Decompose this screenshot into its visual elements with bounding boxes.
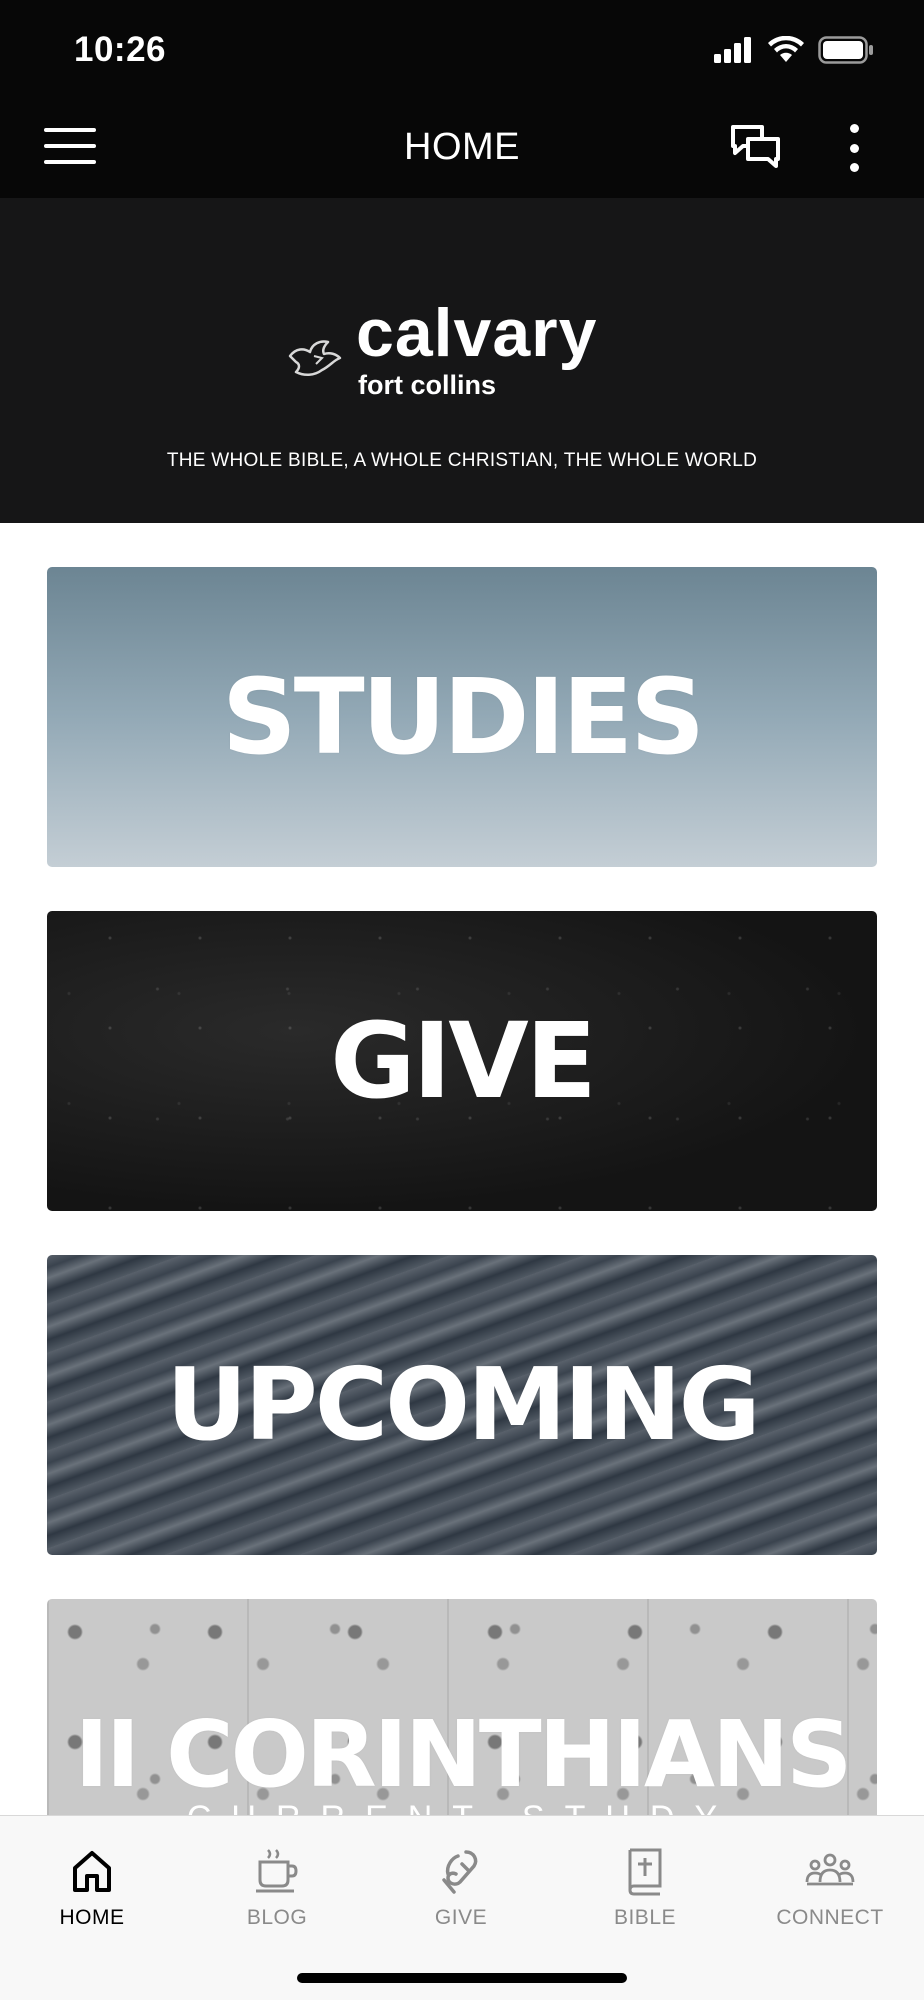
- bible-icon: [628, 1848, 662, 1896]
- chat-bubbles-icon: [731, 125, 780, 168]
- more-vertical-icon: [849, 124, 859, 133]
- card-title: GIVE: [330, 1000, 597, 1122]
- battery-icon: [818, 36, 874, 69]
- page-title: HOME: [404, 126, 520, 168]
- tab-home[interactable]: HOME: [17, 1834, 167, 1944]
- coffee-cup-icon: [256, 1849, 298, 1893]
- give-hand-icon: [442, 1850, 478, 1894]
- church-logo: calvary fort collins: [286, 298, 646, 408]
- card-title: STUDIES: [221, 656, 705, 778]
- tab-give[interactable]: GIVE: [386, 1834, 536, 1944]
- logo-name: calvary: [356, 295, 598, 371]
- tab-connect[interactable]: CONNECT: [755, 1834, 905, 1944]
- home-icon: [73, 1851, 111, 1892]
- upcoming-card[interactable]: UPCOMING: [47, 1255, 877, 1555]
- status-time: 10:26: [74, 30, 167, 69]
- card-title: UPCOMING: [166, 1346, 760, 1463]
- church-banner: calvary fort collins THE WHOLE BIBLE, A …: [0, 198, 924, 523]
- status-bar: 10:26: [0, 0, 924, 98]
- tab-label: BLOG: [246, 1906, 308, 1929]
- status-icons: [714, 35, 874, 69]
- tab-label: CONNECT: [776, 1906, 884, 1929]
- give-card[interactable]: GIVE: [47, 911, 877, 1211]
- tab-label: HOME: [59, 1906, 125, 1929]
- home-indicator: [297, 1973, 627, 1983]
- more-options-button[interactable]: [840, 122, 868, 174]
- dove-icon: [288, 340, 342, 376]
- wifi-icon: [768, 35, 804, 69]
- studies-card[interactable]: STUDIES: [47, 567, 877, 867]
- tab-label: BIBLE: [613, 1906, 677, 1929]
- logo-subtitle: fort collins: [358, 370, 497, 400]
- tab-bible[interactable]: BIBLE: [570, 1834, 720, 1944]
- tagline: THE WHOLE BIBLE, A WHOLE CHRISTIAN, THE …: [166, 450, 758, 471]
- card-title: II CORINTHIANS: [74, 1701, 853, 1808]
- tab-blog[interactable]: BLOG: [202, 1834, 352, 1944]
- chat-button[interactable]: [730, 124, 782, 170]
- tab-label: GIVE: [434, 1906, 488, 1929]
- cellular-signal-icon: [714, 37, 754, 68]
- people-group-icon: [805, 1853, 855, 1886]
- app-header: HOME: [0, 98, 924, 198]
